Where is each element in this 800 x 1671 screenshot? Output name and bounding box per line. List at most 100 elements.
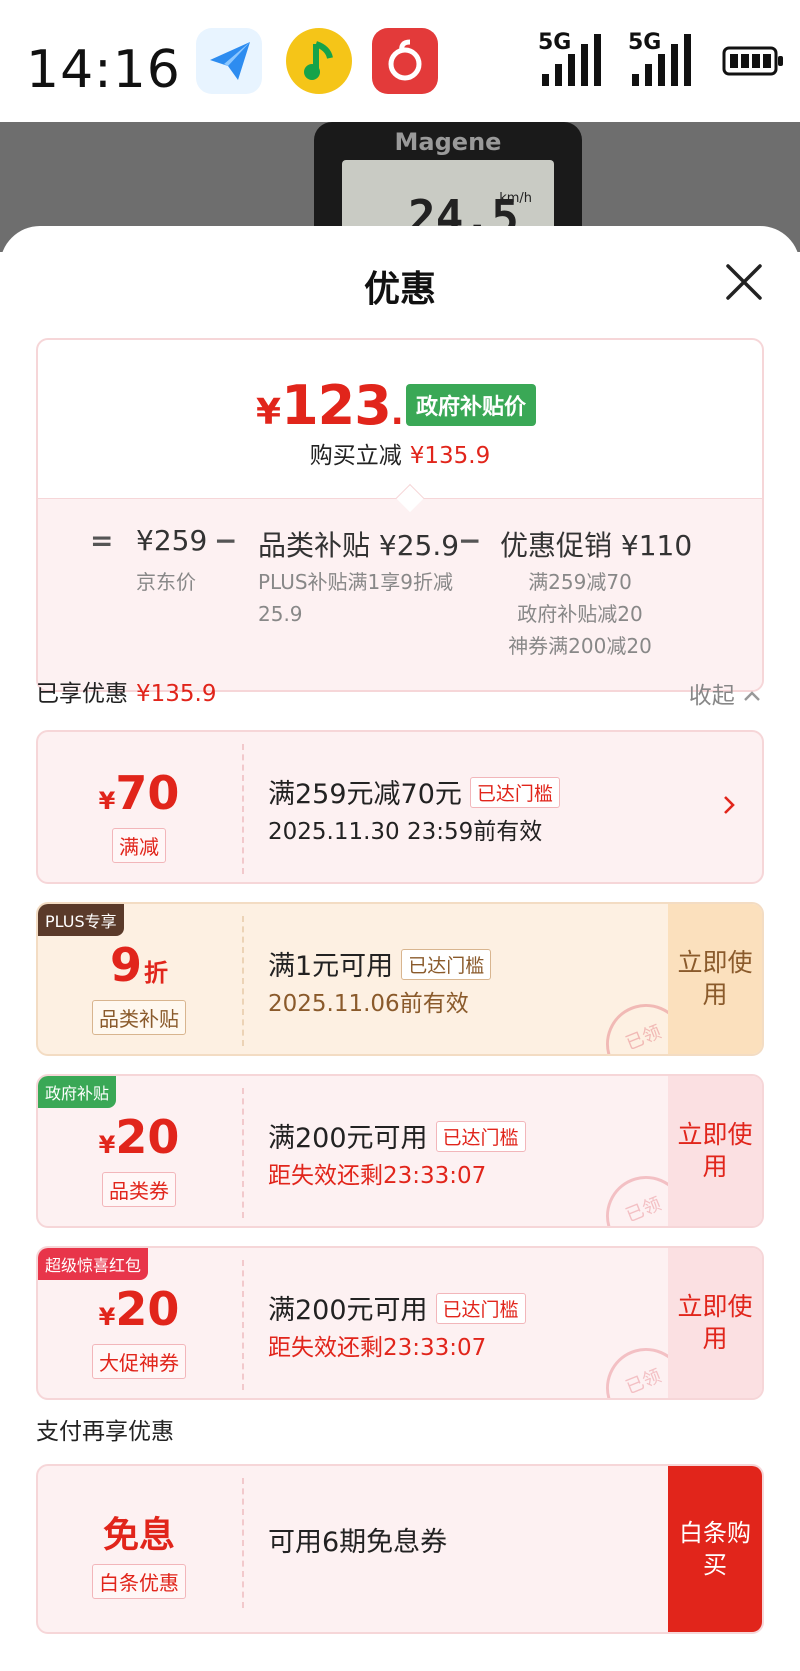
coupon-title-text: 可用6期免息券 xyxy=(268,1527,448,1558)
coupon-type-wrap: 品类补贴 xyxy=(38,1000,240,1035)
coupon-amount: 70 xyxy=(115,766,180,820)
coupon-value-area: ¥20 大促神券 xyxy=(38,1248,240,1398)
use-now-button[interactable]: 立即使用 xyxy=(668,904,762,1054)
category-subsidy: 品类补贴 ¥25.9 xyxy=(258,529,460,562)
promo-notes: 满259减70 政府补贴减20 神券满200减20 xyxy=(500,566,660,662)
promo-note: 满259减70 xyxy=(528,570,632,594)
coupon-title: 满259元减70元 已达门槛 xyxy=(268,772,560,811)
coupon-divider xyxy=(242,1088,244,1218)
coupon-currency: ¥ xyxy=(98,1131,116,1159)
save-label: 购买立减 xyxy=(309,443,402,469)
use-now-button[interactable]: 立即使用 xyxy=(668,1248,762,1398)
coupon-divider xyxy=(242,1260,244,1390)
coupon-value-area: 免息 白条优惠 xyxy=(38,1466,240,1632)
enjoyed-label: 已享优惠 xyxy=(36,681,128,707)
coupon-value: 免息 xyxy=(38,1506,240,1558)
coupon-divider xyxy=(242,1478,244,1608)
price-summary-card: ¥123.1 政府补贴价 购买立减 ¥135.9 = ¥259 京东价 − 品类补… xyxy=(36,338,764,692)
minus-sign: − xyxy=(458,524,482,557)
coupon-amount: 20 xyxy=(115,1282,180,1336)
qq-music-app-icon xyxy=(286,28,352,94)
coupon-title: 满200元可用 已达门槛 xyxy=(268,1288,526,1327)
promo-total: 优惠促销 ¥110 xyxy=(500,529,693,562)
gov-subsidy-tag: 政府补贴价 xyxy=(406,384,537,426)
coupon-type: 品类补贴 xyxy=(92,1000,186,1035)
threshold-badge: 已达门槛 xyxy=(435,1121,526,1152)
close-button[interactable] xyxy=(722,260,766,304)
coupon-card[interactable]: 超级惊喜红包 ¥20 大促神券 满200元可用 已达门槛 距失效还剩23:33:0… xyxy=(36,1246,764,1400)
collapse-label: 收起 xyxy=(688,683,735,709)
coupon-title-text: 满200元可用 xyxy=(268,1123,428,1154)
use-now-button[interactable]: 立即使用 xyxy=(668,1076,762,1226)
coupon-currency: ¥ xyxy=(98,1303,116,1331)
coupon-type-wrap: 白条优惠 xyxy=(38,1564,240,1599)
device-unit: km/h xyxy=(499,191,532,206)
payment-coupon-card[interactable]: 免息 白条优惠 可用6期免息券 白条购买 xyxy=(36,1464,764,1634)
coupon-title: 满1元可用 已达门槛 xyxy=(268,944,492,983)
coupon-type: 大促神券 xyxy=(92,1344,186,1379)
coupon-amount: 9 xyxy=(109,938,142,992)
baitiao-buy-button[interactable]: 白条购买 xyxy=(668,1466,762,1632)
threshold-badge: 已达门槛 xyxy=(469,777,560,808)
collapse-toggle[interactable]: 收起 xyxy=(689,676,762,710)
save-line: 购买立减 ¥135.9 xyxy=(38,436,762,470)
category-subsidy-note: PLUS补贴满1享9折减25.9 xyxy=(258,570,453,626)
coupon-value: ¥20 xyxy=(38,1110,240,1164)
coupon-type-wrap: 品类券 xyxy=(38,1172,240,1207)
coupon-value: 9折 xyxy=(38,938,240,992)
coupon-title-text: 满259元减70元 xyxy=(268,779,462,810)
coupon-title-text: 满200元可用 xyxy=(268,1295,428,1326)
coupon-amount: 20 xyxy=(115,1110,180,1164)
coupon-title: 满200元可用 已达门槛 xyxy=(268,1116,526,1155)
equals-sign: = xyxy=(90,524,114,557)
promo-note: 神券满200减20 xyxy=(508,634,652,658)
coupon-expiry: 2025.11.06前有效 xyxy=(268,991,469,1017)
coupon-value: ¥20 xyxy=(38,1282,240,1336)
coupon-divider xyxy=(242,744,244,874)
jd-price: ¥259 xyxy=(136,524,208,557)
coupon-value: ¥70 xyxy=(38,766,240,820)
jd-price-label: 京东价 xyxy=(136,570,196,594)
final-price-integer: 123 xyxy=(281,374,392,437)
coupon-card[interactable]: 政府补贴 ¥20 品类券 满200元可用 已达门槛 距失效还剩23:33:07 已… xyxy=(36,1074,764,1228)
coupon-card[interactable]: ¥70 满减 满259元减70元 已达门槛 2025.11.30 23:59前有效 xyxy=(36,730,764,884)
sheet-title: 优惠 xyxy=(363,269,436,310)
threshold-badge: 已达门槛 xyxy=(435,1293,526,1324)
coupon-divider xyxy=(242,916,244,1046)
status-bar: 14:16 5G 5G xyxy=(0,0,800,122)
coupon-type: 白条优惠 xyxy=(92,1564,186,1599)
coupon-type-wrap: 满减 xyxy=(38,828,240,863)
enjoyed-amount: ¥135.9 xyxy=(136,681,217,707)
minus-sign: − xyxy=(214,524,238,557)
enjoyed-header: 已享优惠 ¥135.9 xyxy=(36,674,216,708)
discount-sheet: 优惠 ¥123.1 政府补贴价 购买立减 ¥135.9 = ¥259 京东价 − … xyxy=(0,226,800,1671)
coupon-type: 满减 xyxy=(112,828,166,863)
payment-section-label: 支付再享优惠 xyxy=(36,1419,174,1445)
telegram-app-icon xyxy=(196,28,262,94)
chevron-up-icon xyxy=(744,691,760,701)
coupon-suffix: 折 xyxy=(144,959,168,987)
coupon-value-area: ¥20 品类券 xyxy=(38,1076,240,1226)
coupon-title-text: 满1元可用 xyxy=(268,951,394,982)
coupon-value-area: ¥70 满减 xyxy=(38,732,240,882)
chevron-right-icon[interactable] xyxy=(722,790,736,823)
coupon-type-wrap: 大促神券 xyxy=(38,1344,240,1379)
coupon-countdown: 距失效还剩23:33:07 xyxy=(268,1163,487,1189)
coupon-countdown: 距失效还剩23:33:07 xyxy=(268,1335,487,1361)
battery-icon xyxy=(722,46,784,80)
interest-free-label: 免息 xyxy=(102,1515,175,1556)
coupon-value-area: 9折 品类补贴 xyxy=(38,904,240,1054)
close-icon xyxy=(726,264,762,300)
coupon-card[interactable]: PLUS专享 9折 品类补贴 满1元可用 已达门槛 2025.11.06前有效 已… xyxy=(36,902,764,1056)
coupon-type: 品类券 xyxy=(102,1172,176,1207)
final-price-currency: ¥ xyxy=(256,392,282,433)
coupon-expiry: 2025.11.30 23:59前有效 xyxy=(268,819,543,845)
promo-note: 政府补贴减20 xyxy=(517,602,643,626)
final-price: ¥123.1 xyxy=(256,374,427,437)
save-amount: ¥135.9 xyxy=(409,443,491,469)
threshold-badge: 已达门槛 xyxy=(401,949,492,980)
coupon-currency: ¥ xyxy=(98,787,116,815)
device-brand: Magene xyxy=(394,128,502,156)
netease-music-app-icon xyxy=(372,28,438,94)
clock: 14:16 xyxy=(26,40,181,100)
